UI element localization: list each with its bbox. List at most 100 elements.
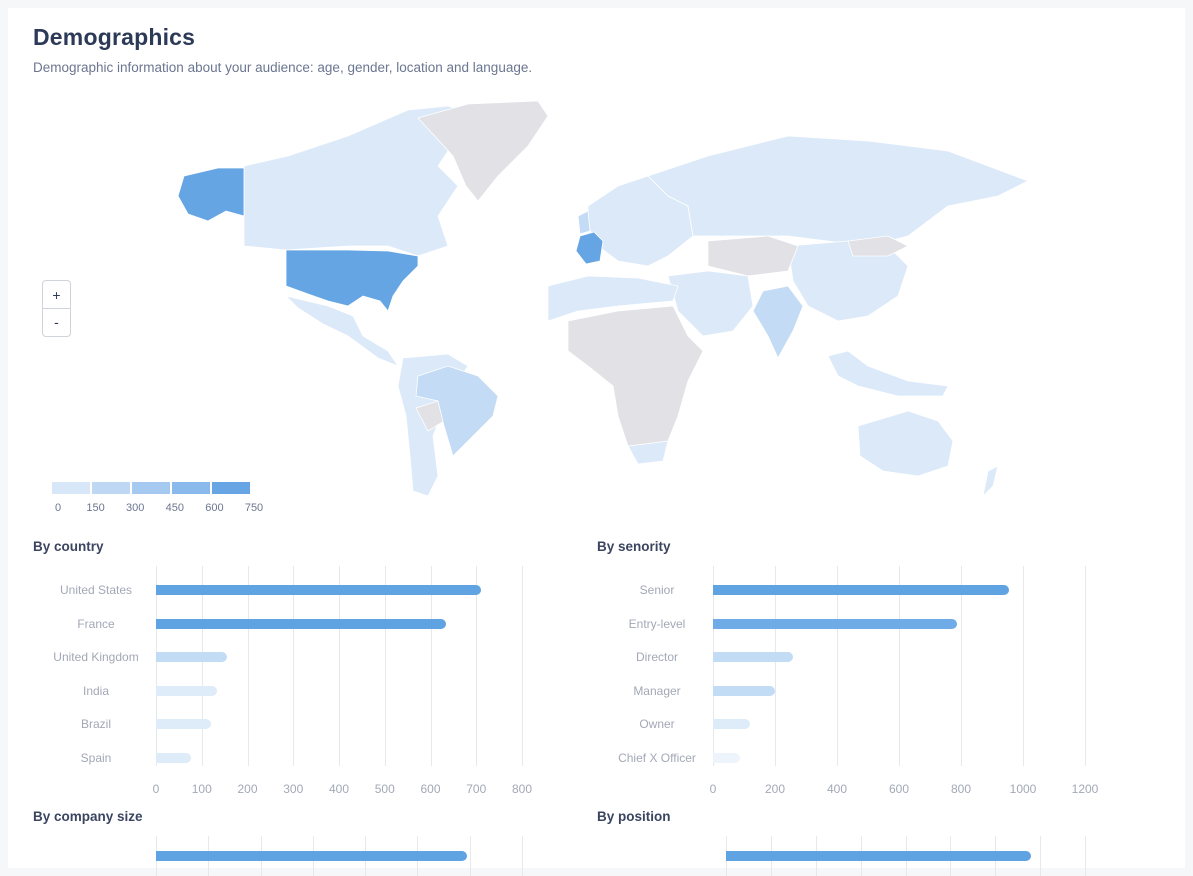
gridline (713, 566, 714, 766)
bar[interactable] (726, 851, 1032, 861)
x-tick-label: 800 (950, 782, 972, 796)
legend-swatch (132, 482, 170, 494)
legend-ticks: 0 150 300 450 600 750 (52, 502, 264, 518)
bar[interactable] (156, 685, 217, 696)
x-tick-label: 600 (420, 782, 441, 796)
category-label: France (77, 616, 115, 631)
demographics-card: Demographics Demographic information abo… (8, 8, 1185, 876)
gridline (522, 836, 523, 876)
x-tick-label: 1200 (1071, 782, 1099, 796)
map-country-mexico (284, 295, 400, 367)
category-label: United States (59, 583, 133, 597)
x-tick-label: 300 (283, 782, 304, 796)
map-region-africa (567, 305, 704, 447)
chart-by-company-size (8, 836, 568, 876)
x-tick-label: 800 (511, 782, 533, 796)
x-tick-label: 600 (888, 782, 910, 796)
x-tick-label: 400 (826, 782, 848, 796)
x-tick-label: 0 (709, 782, 717, 796)
map-country-india (752, 285, 804, 359)
gridline (1085, 836, 1086, 876)
category-label: Manager (633, 683, 681, 698)
gridline (899, 566, 900, 766)
bar[interactable] (713, 685, 775, 696)
gridline (430, 566, 432, 766)
map-country-france (575, 231, 604, 265)
map-region-central-asia (707, 235, 799, 277)
section-title-by-seniority: By senority (597, 539, 671, 554)
bar[interactable] (156, 652, 227, 662)
gridline (1023, 566, 1024, 766)
gridline (961, 566, 962, 766)
gridline (247, 566, 249, 766)
legend-tick-label: 450 (165, 502, 184, 514)
legend-swatch (92, 482, 130, 494)
legend-tick-label: 0 (54, 502, 62, 514)
legend-tick-label: 300 (126, 502, 145, 514)
gridline (201, 566, 203, 766)
bar[interactable] (713, 652, 793, 662)
zoom-in-button[interactable]: + (43, 281, 70, 308)
gridline (1085, 566, 1086, 766)
bar[interactable] (713, 618, 957, 629)
map-legend: 0 150 300 450 600 750 (52, 482, 264, 518)
map-zoom-controls: + - (42, 280, 71, 337)
map-country-australia (857, 410, 954, 477)
map-country-russia (647, 135, 1029, 247)
map-country-new-zealand (982, 465, 999, 498)
legend-tick-label: 600 (205, 502, 224, 514)
bar[interactable] (156, 851, 468, 861)
map-region-southeast-asia (827, 350, 949, 397)
page-title: Demographics (33, 24, 196, 50)
category-label: Owner (639, 717, 675, 731)
x-tick-label: 0 (152, 782, 160, 796)
x-tick-label: 200 (764, 782, 786, 796)
bar[interactable] (156, 585, 481, 595)
category-label: Spain (80, 750, 112, 765)
bar[interactable] (713, 719, 750, 729)
map-country-united-kingdom (577, 210, 591, 235)
world-map[interactable] (148, 96, 1058, 526)
category-label: India (82, 683, 110, 698)
zoom-out-button[interactable]: - (43, 308, 70, 335)
bar[interactable] (713, 585, 1010, 595)
page-subtitle: Demographic information about your audie… (33, 60, 533, 75)
gridline (775, 566, 776, 766)
legend-tick-label: 150 (86, 502, 105, 514)
x-tick-label: 200 (237, 782, 258, 796)
category-label: Senior (639, 583, 675, 597)
gridline (476, 566, 478, 766)
legend-color-scale (52, 482, 262, 494)
legend-swatch (212, 482, 250, 494)
gridline (384, 566, 386, 766)
category-label: United Kingdom (53, 650, 139, 664)
x-tick-label: 1000 (1009, 782, 1037, 796)
chart-by-country: United States France United Kingdom India Br… (8, 566, 568, 796)
legend-tick-label: 750 (244, 502, 264, 514)
chart-by-position (568, 836, 1185, 876)
gridline (1040, 836, 1042, 876)
gridline (293, 566, 295, 766)
legend-swatch (52, 482, 90, 494)
bar[interactable] (156, 719, 211, 729)
category-label: Director (635, 650, 679, 664)
legend-swatch (172, 482, 210, 494)
gridline (522, 566, 523, 766)
bar[interactable] (713, 752, 740, 763)
bar[interactable] (156, 752, 192, 763)
gridline (339, 566, 340, 766)
section-title-by-company-size: By company size (33, 809, 143, 824)
chart-by-seniority: Senior Entry-level Director Manager Owner Chi… (568, 566, 1185, 796)
category-label: Chief X Officer (618, 750, 696, 765)
x-tick-label: 700 (466, 782, 487, 796)
gridline (837, 566, 838, 766)
section-title-by-country: By country (33, 539, 104, 554)
gridline (156, 566, 157, 766)
gridline (469, 836, 471, 876)
category-label: Brazil (80, 717, 112, 731)
section-title-by-position: By position (597, 809, 671, 824)
x-tick-label: 100 (191, 782, 212, 796)
map-country-us-alaska (177, 167, 245, 222)
bar[interactable] (156, 618, 447, 629)
category-label: Entry-level (628, 616, 686, 631)
